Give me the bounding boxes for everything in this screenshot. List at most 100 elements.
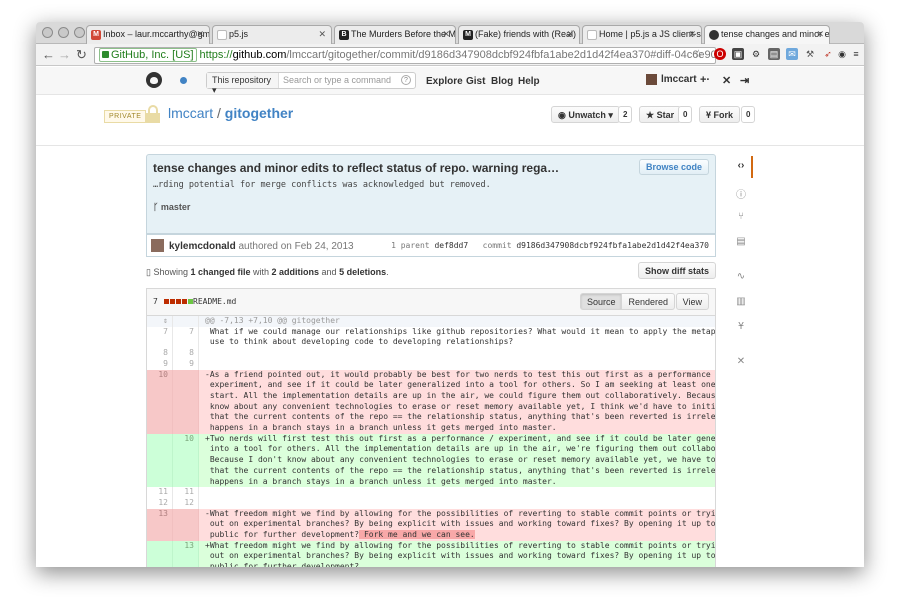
old-line-number[interactable]: 11: [147, 487, 173, 498]
new-line-number[interactable]: [173, 412, 199, 424]
pulse-icon[interactable]: ∿: [734, 271, 748, 285]
new-line-number[interactable]: [173, 369, 199, 381]
old-line-number[interactable]: [147, 423, 173, 434]
browser-tab[interactable]: M Inbox – laur.mccarthy@gm ✕: [86, 25, 210, 44]
wiki-icon[interactable]: ▤: [734, 236, 748, 250]
watch-count[interactable]: 2: [618, 106, 633, 123]
show-diff-stats-button[interactable]: Show diff stats: [637, 262, 716, 279]
close-window-button[interactable]: [42, 27, 53, 38]
file-name[interactable]: README.md: [193, 297, 236, 306]
old-line-number[interactable]: [147, 455, 173, 466]
new-line-number[interactable]: 8: [173, 348, 199, 359]
new-line-number[interactable]: [173, 444, 199, 456]
close-tab-icon[interactable]: ✕: [688, 29, 696, 40]
star-button[interactable]: ★ Star: [639, 106, 682, 123]
old-line-number[interactable]: 9: [147, 358, 173, 370]
new-line-number[interactable]: [173, 519, 199, 531]
help-icon[interactable]: ?: [401, 75, 411, 85]
extension-icon[interactable]: ▣: [732, 48, 744, 60]
rendered-button[interactable]: Rendered: [622, 293, 675, 310]
browser-tab[interactable]: p5.js ✕: [212, 25, 332, 44]
sign-out-icon[interactable]: ⇥: [740, 74, 749, 87]
old-line-number[interactable]: [147, 530, 173, 541]
browser-tab[interactable]: B The Murders Before the M ✕: [334, 25, 456, 44]
old-line-number[interactable]: [147, 433, 173, 445]
network-icon[interactable]: Ұ: [734, 321, 748, 335]
issues-icon[interactable]: ⓘ: [734, 186, 748, 201]
reload-icon[interactable]: ↻: [76, 47, 87, 63]
opera-extension-icon[interactable]: O: [714, 48, 726, 60]
branch-label[interactable]: ᚴ master: [153, 202, 190, 212]
search-input[interactable]: Search or type a command: [283, 75, 391, 85]
old-line-number[interactable]: [147, 412, 173, 424]
old-line-number[interactable]: [147, 551, 173, 563]
search-box[interactable]: This repository ▾ Search or type a comma…: [206, 72, 416, 95]
old-line-number[interactable]: [147, 337, 173, 349]
graphs-icon[interactable]: ▥: [734, 296, 748, 310]
new-line-number[interactable]: [173, 316, 199, 327]
nav-help[interactable]: Help: [518, 76, 540, 87]
close-tab-icon[interactable]: ✕: [318, 29, 326, 40]
new-line-number[interactable]: [173, 390, 199, 402]
extension-icon[interactable]: ✉: [786, 48, 798, 60]
old-line-number[interactable]: 12: [147, 497, 173, 509]
old-line-number[interactable]: [147, 465, 173, 477]
old-line-number[interactable]: [147, 519, 173, 531]
bookmark-star-icon[interactable]: ☆: [693, 46, 704, 62]
new-line-number[interactable]: 12: [173, 497, 199, 509]
address-bar[interactable]: GitHub, Inc. [US] https://github.com/lmcc…: [94, 47, 716, 64]
pull-request-icon[interactable]: ⑂: [734, 211, 748, 225]
new-line-number[interactable]: [173, 551, 199, 563]
old-line-number[interactable]: 13: [147, 508, 173, 520]
changed-files-link[interactable]: 1 changed file: [190, 267, 250, 277]
close-tab-icon[interactable]: ✕: [196, 29, 204, 40]
new-line-number[interactable]: 11: [173, 487, 199, 498]
ev-certificate-badge[interactable]: GitHub, Inc. [US]: [99, 48, 197, 62]
old-line-number[interactable]: [147, 540, 173, 552]
back-arrow-icon[interactable]: ←: [42, 47, 55, 63]
old-line-number[interactable]: [147, 401, 173, 413]
new-line-number[interactable]: [173, 380, 199, 391]
old-line-number[interactable]: [147, 380, 173, 391]
search-scope-select[interactable]: This repository ▾: [207, 73, 279, 95]
menu-icon[interactable]: ≡: [850, 48, 862, 60]
create-new-icon[interactable]: +·: [700, 74, 710, 86]
settings-gear-icon[interactable]: ⚙: [750, 48, 762, 60]
old-line-number[interactable]: [147, 476, 173, 488]
new-line-number[interactable]: 7: [173, 326, 199, 338]
nav-blog[interactable]: Blog: [491, 76, 513, 87]
unwatch-button[interactable]: ◉ Unwatch ▾: [551, 106, 620, 123]
settings-tools-icon[interactable]: ✕: [722, 74, 731, 87]
old-line-number[interactable]: [147, 444, 173, 456]
browser-tab[interactable]: M (Fake) friends with (Real) b ✕: [458, 25, 580, 44]
new-line-number[interactable]: [173, 476, 199, 488]
new-line-number[interactable]: 9: [173, 358, 199, 370]
close-tab-icon[interactable]: ✕: [442, 29, 450, 40]
settings-icon[interactable]: ✕: [734, 356, 748, 370]
source-button[interactable]: Source: [579, 293, 623, 310]
extension-icon[interactable]: ▤: [768, 48, 780, 60]
notification-dot-icon[interactable]: [180, 77, 187, 84]
new-line-number[interactable]: [173, 530, 199, 541]
new-line-number[interactable]: [173, 562, 199, 567]
zoom-window-button[interactable]: [74, 27, 85, 38]
fork-button[interactable]: Ұ Fork: [699, 106, 741, 123]
minimize-window-button[interactable]: [58, 27, 69, 38]
new-line-number[interactable]: 13: [173, 540, 199, 552]
extension-icon[interactable]: ◉: [836, 48, 848, 60]
extension-icon[interactable]: ⚒: [804, 48, 816, 60]
star-count[interactable]: 0: [678, 106, 693, 123]
old-line-number[interactable]: 7: [147, 326, 173, 338]
old-line-number[interactable]: 10: [147, 369, 173, 381]
parent-sha-link[interactable]: def8dd7: [434, 241, 468, 250]
browser-tab[interactable]: Home | p5.js a JS client-si ✕: [582, 25, 702, 44]
old-line-number[interactable]: [147, 390, 173, 402]
new-line-number[interactable]: [173, 508, 199, 520]
new-line-number[interactable]: [173, 401, 199, 413]
view-file-button[interactable]: View: [675, 293, 709, 310]
author-link[interactable]: kylemcdonald: [169, 241, 236, 252]
new-line-number[interactable]: [173, 455, 199, 466]
expand-icon[interactable]: ⇕: [147, 316, 173, 327]
new-line-number[interactable]: [173, 465, 199, 477]
fork-count[interactable]: 0: [741, 106, 756, 123]
